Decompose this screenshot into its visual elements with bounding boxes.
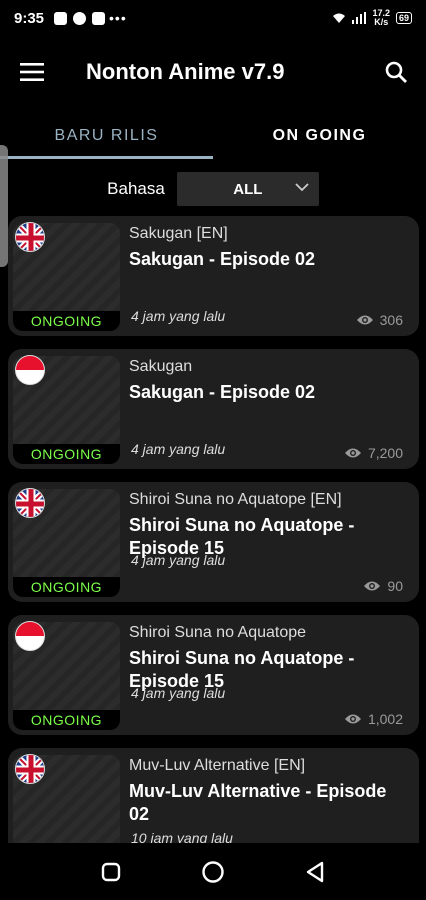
circle-home-icon: [202, 860, 224, 883]
eye-icon: [364, 581, 381, 591]
network-speed: 17.2 K/s: [372, 8, 390, 27]
language-filter: Bahasa ALL: [0, 172, 426, 206]
release-time: 4 jam yang lalu: [131, 441, 226, 457]
app-title: Nonton Anime v7.9: [86, 59, 285, 84]
view-count: 1,002: [344, 711, 403, 727]
language-select[interactable]: ALL: [176, 172, 319, 206]
eye-icon: [344, 714, 361, 724]
status-badge: ONGOING: [13, 311, 120, 331]
episode-card[interactable]: ONGOING Shiroi Suna no Aquatope Shiroi S…: [8, 615, 419, 735]
eye-icon: [344, 448, 361, 458]
cat-notification-icon: [92, 11, 106, 25]
uk-flag-icon: [15, 222, 45, 252]
tab-indicator: [0, 156, 213, 159]
back-button[interactable]: [290, 847, 340, 897]
view-count: 306: [356, 312, 403, 328]
hamburger-icon: [20, 63, 44, 81]
more-notifications-icon: •••: [109, 10, 127, 26]
app-bar: Nonton Anime v7.9: [0, 46, 426, 98]
menu-button[interactable]: [0, 46, 64, 98]
search-icon: [385, 61, 407, 83]
view-count: 7,200: [344, 445, 403, 461]
release-time: 4 jam yang lalu: [131, 552, 226, 568]
status-time: 9:35: [14, 9, 45, 27]
battery-indicator: 69: [395, 12, 412, 24]
language-select-value: ALL: [233, 180, 263, 198]
eye-icon: [356, 315, 373, 325]
home-button[interactable]: [188, 847, 238, 897]
uk-flag-icon: [15, 488, 45, 518]
series-name: Muv-Luv Alternative [EN]: [129, 757, 306, 774]
series-name: Shiroi Suna no Aquatope [EN]: [129, 491, 342, 508]
episode-card[interactable]: ONGOING Sakugan Sakugan - Episode 02 4 j…: [8, 349, 419, 469]
indonesia-flag-icon: [15, 355, 45, 385]
episode-title: Muv-Luv Alternative - Episode 02: [129, 781, 387, 824]
square-recents-icon: [101, 862, 121, 881]
notification-icons: [54, 11, 106, 25]
uk-flag-icon: [15, 754, 45, 784]
series-name: Sakugan [EN]: [129, 225, 228, 242]
status-badge: ONGOING: [13, 444, 120, 464]
status-bar: 9:35 ••• 17.2 K/s 69: [0, 0, 426, 36]
signal-icon: [352, 12, 367, 24]
view-count: 90: [363, 578, 403, 594]
episode-card[interactable]: ONGOING Sakugan [EN] Sakugan - Episode 0…: [8, 216, 419, 336]
series-name: Shiroi Suna no Aquatope: [129, 624, 307, 641]
language-filter-label: Bahasa: [107, 179, 165, 198]
triangle-back-icon: [306, 861, 324, 882]
system-nav-bar: [0, 843, 426, 900]
recents-button[interactable]: [86, 847, 136, 897]
release-time: 4 jam yang lalu: [131, 308, 226, 324]
episode-title: Sakugan - Episode 02: [129, 249, 316, 269]
tab-bar: BARU RILIS ON GOING: [0, 112, 426, 162]
chat-notification-icon: [73, 11, 87, 25]
episode-list: ONGOING Sakugan [EN] Sakugan - Episode 0…: [8, 216, 419, 881]
wifi-icon: [333, 13, 346, 23]
episode-title: Sakugan - Episode 02: [129, 382, 316, 402]
edge-panel-handle[interactable]: [0, 145, 8, 267]
status-badge: ONGOING: [13, 577, 120, 597]
search-button[interactable]: [366, 46, 426, 98]
episode-card[interactable]: ONGOING Shiroi Suna no Aquatope [EN] Shi…: [8, 482, 419, 602]
chevron-down-icon: [295, 183, 309, 192]
indonesia-flag-icon: [15, 621, 45, 651]
news-notification-icon: [54, 11, 68, 25]
series-name: Sakugan: [129, 358, 193, 375]
tab-on-going[interactable]: ON GOING: [213, 112, 426, 160]
tab-baru-rilis[interactable]: BARU RILIS: [0, 112, 213, 160]
status-badge: ONGOING: [13, 710, 120, 730]
release-time: 4 jam yang lalu: [131, 685, 226, 701]
